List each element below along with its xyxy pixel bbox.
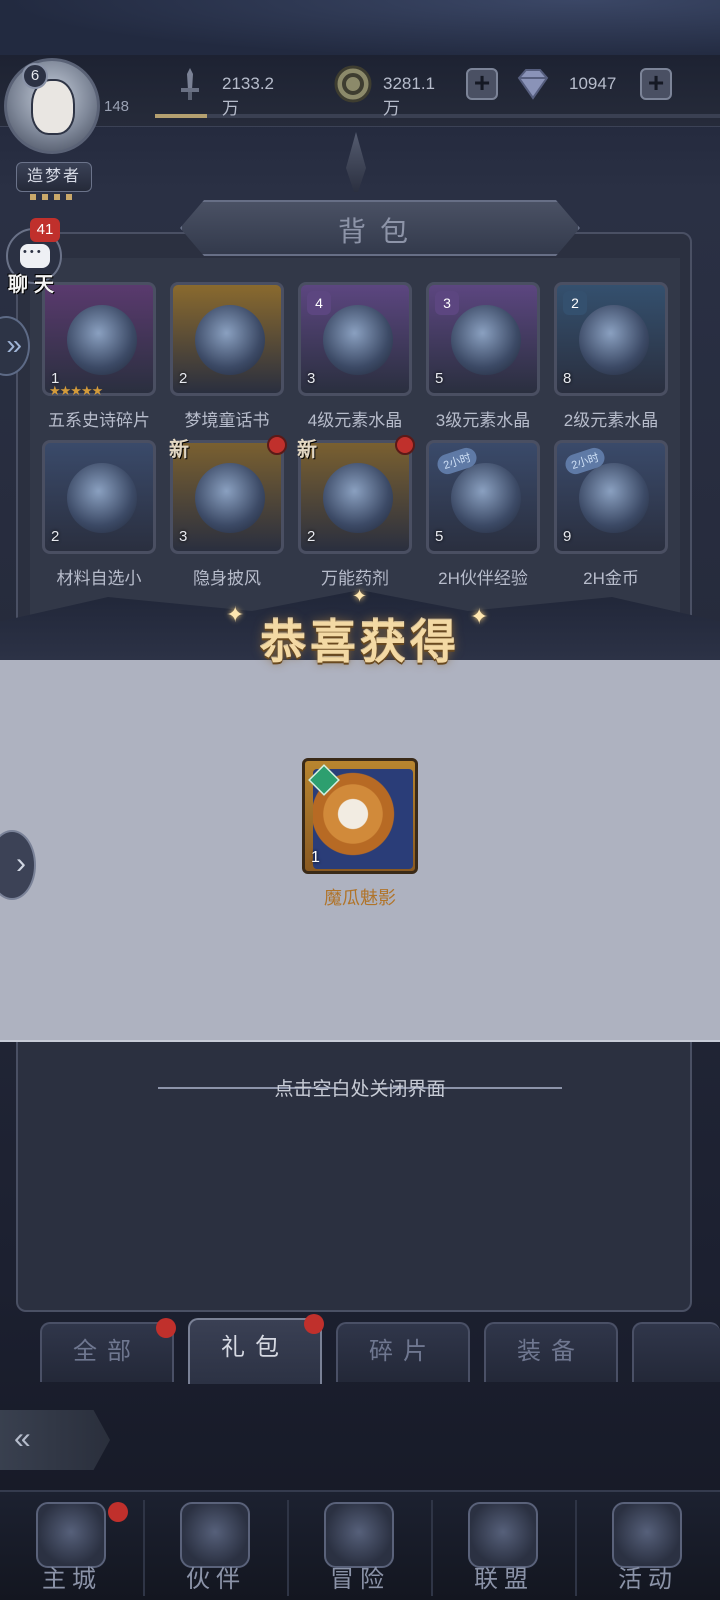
tab-label: 碎片 (369, 1337, 437, 1365)
tab-label: 全部 (73, 1337, 141, 1365)
item-art (451, 305, 521, 375)
power-value: 2133.2万 (222, 74, 274, 118)
item-count: 3 (179, 528, 188, 545)
bag-item-label: 2H金币 (583, 569, 639, 588)
nav-item-1[interactable]: 伙伴 (144, 1492, 288, 1600)
nav-label: 主城 (42, 1565, 102, 1593)
item-count: 8 (563, 370, 572, 387)
tab-red-dot (304, 1314, 324, 1334)
item-count: 5 (435, 528, 444, 545)
nav-separator (431, 1500, 433, 1596)
sparkle-icon: ✦ (226, 602, 245, 627)
bag-item-label: 3级元素水晶 (435, 411, 531, 430)
title-badge-ornament (30, 194, 78, 200)
nav-label: 活动 (618, 1565, 678, 1593)
item-grade-badge: 4 (307, 291, 331, 315)
bag-item-label: 梦境童话书 (184, 411, 270, 430)
tab-1[interactable]: 礼包 (188, 1314, 324, 1384)
item-art (67, 463, 137, 533)
night-sky (0, 0, 720, 60)
nav-separator (287, 1500, 289, 1596)
item-count: 5 (435, 370, 444, 387)
add-diamond-button[interactable]: + (640, 68, 672, 100)
item-art (451, 463, 521, 533)
chat-label: 聊天 (8, 274, 60, 296)
reward-item-card[interactable]: 1 (302, 758, 418, 874)
nav-label: 伙伴 (186, 1565, 246, 1593)
bag-item-label: 隐身披风 (193, 569, 261, 588)
nav-item-4[interactable]: 活动 (576, 1492, 720, 1600)
close-hint-text[interactable]: 点击空白处关闭界面 (0, 1074, 720, 1101)
add-gold-button[interactable]: + (466, 68, 498, 100)
chat-bubble-icon (20, 244, 50, 268)
tab-label: 装备 (517, 1337, 585, 1365)
item-new-tag: 新 (297, 437, 317, 461)
item-grade-badge: 2 (563, 291, 587, 315)
gold-value: 3281.1万 (383, 74, 435, 118)
item-count: 2 (51, 528, 60, 545)
item-art (323, 305, 393, 375)
bag-item-label: 2级元素水晶 (563, 411, 659, 430)
item-count: 3 (307, 370, 316, 387)
nav-label: 联盟 (474, 1565, 534, 1593)
bag-item-card[interactable]: 2小时 9 (554, 440, 668, 554)
diamond-icon (517, 69, 549, 100)
reward-item-name: 魔瓜魅影 (324, 888, 396, 908)
bag-item-card[interactable]: 35 (426, 282, 540, 396)
bag-item-label: 材料自选小 (56, 569, 142, 588)
item-art (579, 305, 649, 375)
item-count: 2 (179, 370, 188, 387)
item-art (67, 305, 137, 375)
player-avatar[interactable] (4, 58, 100, 154)
bag-item-card[interactable]: 43 (298, 282, 412, 396)
tab-2[interactable]: 碎片 (336, 1322, 470, 1382)
tab-0[interactable]: 全部 (40, 1318, 176, 1382)
tab-3[interactable]: 装备 (484, 1322, 618, 1382)
item-grade-badge: 3 (435, 291, 459, 315)
nav-separator (575, 1500, 577, 1596)
bag-item-card[interactable]: 新3 (169, 435, 287, 554)
item-count: 9 (563, 528, 572, 545)
nav-item-2[interactable]: 冒险 (288, 1492, 432, 1600)
item-art (323, 463, 393, 533)
chat-unread-badge: 41 (30, 218, 60, 242)
bag-item-label: 2H伙伴经验 (438, 569, 528, 588)
item-stars: ★★★★★ (49, 383, 103, 398)
bag-item-card[interactable]: 2 (42, 440, 156, 554)
item-art (195, 463, 265, 533)
reward-title: 恭喜获得 (260, 615, 460, 669)
item-red-dot (395, 435, 415, 455)
player-exp-value: 148 (104, 98, 130, 115)
nav-item-3[interactable]: 联盟 (432, 1492, 576, 1600)
gold-coin-icon (334, 65, 372, 103)
tab-more[interactable] (632, 1322, 720, 1382)
nav-label: 冒险 (330, 1565, 390, 1593)
bag-item-label: 五系史诗碎片 (48, 411, 150, 430)
bag-item-card[interactable]: 1 ★★★★★ (42, 282, 156, 398)
item-art (195, 305, 265, 375)
item-count: 2 (307, 528, 316, 545)
nav-separator (143, 1500, 145, 1596)
item-red-dot (267, 435, 287, 455)
player-title-badge[interactable]: 造梦者 (16, 162, 92, 192)
player-level-badge: 6 (22, 63, 48, 89)
bag-item-card[interactable]: 新2 (297, 435, 415, 554)
diamond-value: 10947 (569, 74, 617, 93)
sword-icon (181, 68, 199, 100)
sparkle-icon: ✦ (352, 586, 368, 606)
tab-red-dot (156, 1318, 176, 1338)
bag-item-card[interactable]: 2小时 5 (426, 440, 540, 554)
bag-item-card[interactable]: 28 (554, 282, 668, 396)
nav-item-0[interactable]: 主城 (0, 1492, 144, 1600)
sparkle-icon: ✦ (470, 604, 489, 629)
item-art (579, 463, 649, 533)
nav-red-dot (108, 1502, 128, 1522)
bag-item-card[interactable]: 2 (170, 282, 284, 396)
back-button[interactable]: « (0, 1410, 110, 1470)
reward-item-count: 1 (311, 849, 320, 866)
bag-item-label: 4级元素水晶 (307, 411, 403, 430)
item-new-tag: 新 (169, 437, 189, 461)
bag-title: 背包 (337, 215, 422, 248)
tab-label: 礼包 (221, 1333, 289, 1361)
